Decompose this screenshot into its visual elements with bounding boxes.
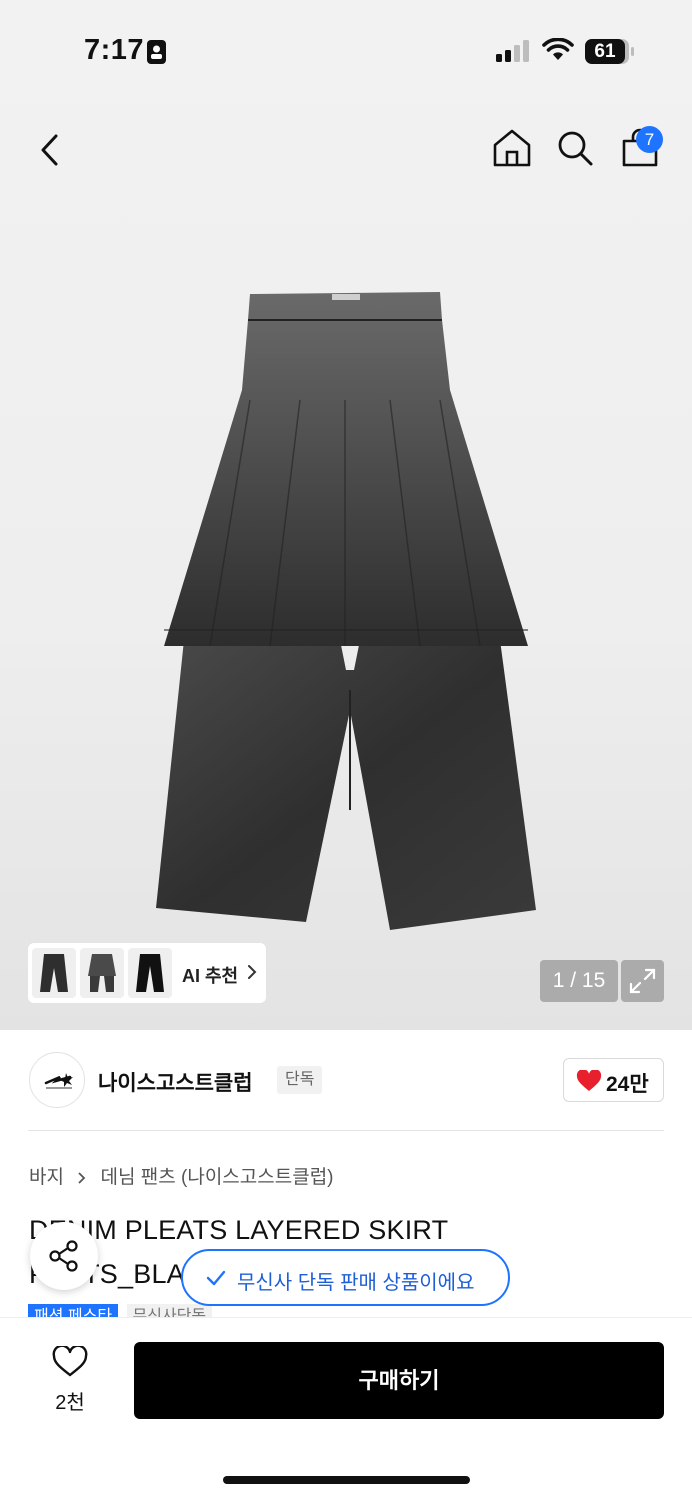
top-navigation bbox=[0, 110, 692, 190]
brand-logo[interactable] bbox=[29, 1052, 85, 1108]
chevron-right-icon bbox=[78, 1172, 86, 1184]
brand-like-button[interactable]: 24만 bbox=[563, 1058, 664, 1102]
back-arrow-icon[interactable] bbox=[32, 130, 68, 170]
breadcrumb: 바지 데님 팬츠 (나이스고스트클럽) bbox=[29, 1162, 334, 1189]
ai-recommendation-card[interactable]: AI 추천 bbox=[28, 943, 266, 1003]
breadcrumb-category[interactable]: 바지 bbox=[29, 1167, 64, 1188]
battery-level: 61 bbox=[594, 41, 616, 62]
divider bbox=[28, 1130, 664, 1131]
exclusive-sale-toast: 무신사 단독 판매 상품이에요 bbox=[181, 1249, 510, 1306]
recommend-thumbnail[interactable] bbox=[128, 948, 172, 998]
buy-button[interactable]: 구매하기 bbox=[134, 1342, 664, 1419]
wishlist-button[interactable]: 2천 bbox=[40, 1346, 100, 1416]
toast-text: 무신사 단독 판매 상품이에요 bbox=[237, 1272, 475, 1294]
search-icon[interactable] bbox=[555, 128, 595, 168]
home-icon[interactable] bbox=[490, 126, 534, 170]
product-photo bbox=[156, 292, 536, 930]
status-time: 7:17 bbox=[84, 34, 145, 66]
chevron-right-icon bbox=[248, 965, 257, 979]
wishlist-count: 2천 bbox=[55, 1392, 85, 1414]
status-bar: 7:17 61 bbox=[0, 0, 692, 100]
cart-count-badge: 7 bbox=[636, 126, 663, 153]
brand-like-count: 24만 bbox=[606, 1073, 649, 1096]
recommend-thumbnail[interactable] bbox=[80, 948, 124, 998]
heart-outline-icon bbox=[52, 1346, 88, 1377]
share-button[interactable] bbox=[30, 1222, 98, 1290]
check-icon bbox=[206, 1270, 226, 1286]
expand-image-button[interactable] bbox=[621, 960, 664, 1002]
wifi-icon bbox=[542, 38, 574, 60]
image-counter: 1 / 15 bbox=[540, 960, 618, 1002]
brand-row: 나이스고스트클럽 단독 24만 bbox=[0, 1030, 692, 1130]
exclusive-badge: 단독 bbox=[277, 1066, 323, 1094]
expand-icon bbox=[629, 968, 656, 994]
bottom-action-bar: 2천 구매하기 bbox=[0, 1318, 692, 1500]
recommend-thumbnail[interactable] bbox=[32, 948, 76, 998]
cellular-signal-icon bbox=[496, 40, 529, 62]
ai-recommendation-label: AI 추천 bbox=[182, 966, 239, 986]
heart-filled-icon bbox=[576, 1070, 602, 1091]
brand-name[interactable]: 나이스고스트클럽 bbox=[98, 1067, 253, 1097]
breadcrumb-subcategory[interactable]: 데님 팬츠 (나이스고스트클럽) bbox=[101, 1167, 334, 1188]
id-card-icon bbox=[147, 40, 166, 64]
home-indicator[interactable] bbox=[223, 1476, 470, 1484]
share-icon bbox=[49, 1240, 78, 1272]
